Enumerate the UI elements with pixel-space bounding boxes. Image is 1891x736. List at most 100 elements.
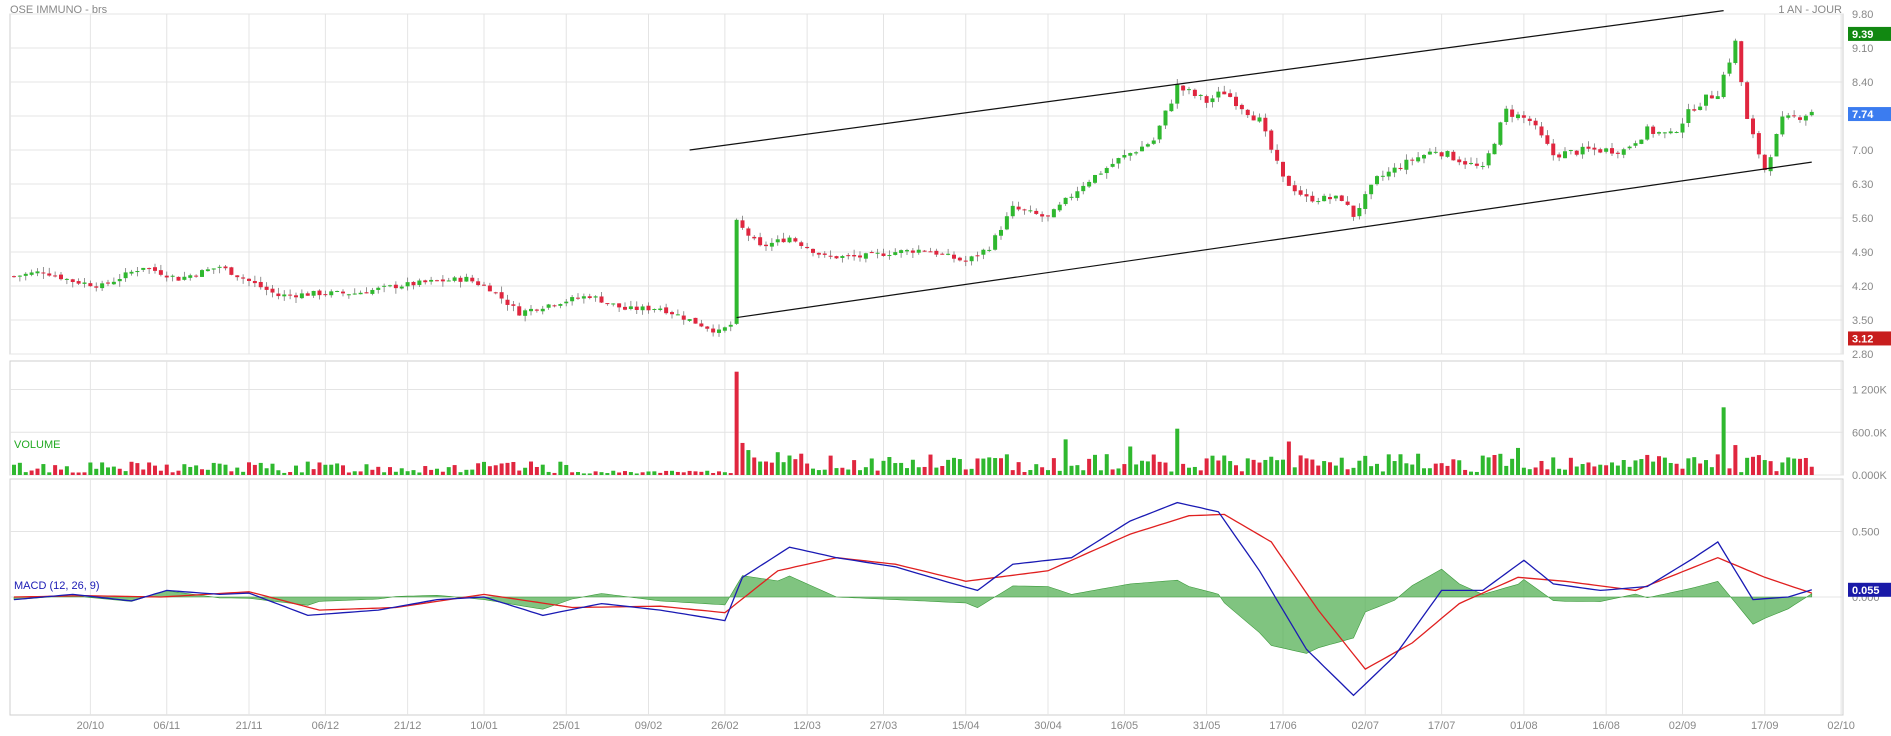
price-panel[interactable]: 9.809.108.407.707.006.305.604.904.203.50… — [9, 9, 1891, 361]
volume-axis: 1 200K 600.0K 0.000K — [1852, 385, 1888, 483]
candle-body — [1762, 154, 1767, 171]
volume-bar — [899, 462, 904, 475]
candle-body — [94, 286, 99, 288]
candle-body — [88, 283, 93, 287]
volume-bar — [1328, 462, 1332, 475]
candle-body — [364, 292, 369, 294]
candle-body — [1733, 40, 1738, 64]
volume-bar — [1151, 454, 1156, 475]
volume-bar — [799, 453, 804, 475]
candle-body — [487, 285, 492, 292]
candle-body — [1480, 165, 1485, 167]
candle-body — [417, 280, 422, 285]
candle-body — [822, 253, 827, 255]
volume-bar — [282, 472, 287, 475]
candle-body — [1557, 154, 1562, 158]
candle-body — [423, 280, 428, 283]
candle-body — [341, 291, 345, 294]
candle-body — [1745, 82, 1750, 119]
volume-bar — [223, 464, 228, 475]
candle-body — [1316, 201, 1321, 203]
volume-bar — [1557, 468, 1562, 475]
volume-bar — [1610, 462, 1614, 475]
date-tick-label: 02/09 — [1669, 720, 1697, 732]
volume-bar — [570, 472, 575, 475]
volume-bar — [1427, 468, 1432, 475]
volume-bar — [1586, 462, 1591, 475]
volume-bar — [241, 471, 246, 475]
candle-body — [1645, 126, 1650, 140]
macd-value-label: 0.055 — [1852, 585, 1880, 597]
candle-body — [852, 255, 857, 257]
candle-body — [1239, 104, 1244, 110]
volume-bar — [1510, 458, 1515, 475]
volume-bar — [658, 472, 663, 475]
candle-body — [1433, 151, 1438, 153]
candle-body — [429, 279, 434, 282]
volume-panel[interactable]: VOLUME 1 200K 600.0K 0.000K — [9, 360, 1888, 483]
date-tick-label: 02/07 — [1351, 720, 1379, 732]
candle-body — [1134, 152, 1139, 154]
candle-body — [358, 292, 363, 295]
volume-bar — [1210, 455, 1215, 475]
volume-bar — [1480, 455, 1485, 475]
candle-body — [1081, 185, 1086, 192]
volume-bar — [1034, 464, 1039, 475]
candle-body — [1574, 150, 1579, 155]
candle-body — [1721, 74, 1726, 98]
volume-bar — [1580, 464, 1585, 475]
candle-body — [1151, 140, 1156, 144]
volume-bar — [1598, 464, 1603, 475]
volume-bar — [1715, 454, 1720, 475]
candle-body — [975, 255, 980, 257]
volume-bar — [740, 442, 745, 475]
date-tick-label: 30/04 — [1034, 720, 1062, 732]
candle-body — [840, 256, 845, 258]
macd-panel[interactable]: MACD (12, 26, 9) 0.5000.0000.055 — [9, 478, 1891, 716]
candle-body — [153, 267, 157, 271]
volume-bar — [1792, 458, 1797, 475]
volume-bar — [552, 472, 557, 475]
candle-body — [235, 275, 240, 278]
volume-bar — [652, 471, 657, 475]
candle-body — [1075, 191, 1080, 198]
candle-body — [546, 304, 551, 308]
candle-body — [722, 327, 727, 331]
volume-bar — [1157, 461, 1162, 475]
volume-bar — [141, 469, 146, 475]
candle-body — [1257, 117, 1262, 122]
candle-body — [1322, 195, 1327, 202]
volume-bar — [417, 472, 422, 475]
candle-body — [1198, 94, 1203, 96]
candle-body — [529, 308, 533, 312]
price-tick-label: 8.40 — [1852, 77, 1873, 89]
volume-bar — [781, 462, 786, 475]
volume-bar — [358, 471, 363, 475]
volume-bar — [1304, 458, 1309, 475]
price-badge-label: 9.39 — [1852, 29, 1873, 41]
candle-body — [893, 252, 898, 255]
volume-bar — [599, 472, 604, 475]
volume-bar — [1604, 465, 1609, 475]
stock-chart[interactable]: OSE IMMUNO - brs 1 AN - JOUR 9.809.108.4… — [0, 0, 1891, 736]
candle-body — [405, 282, 410, 287]
volume-bar — [346, 472, 351, 475]
volume-bar — [981, 458, 986, 475]
candle-body — [858, 255, 862, 258]
volume-bar — [1516, 447, 1520, 475]
volume-bar — [188, 466, 193, 475]
date-tick-label: 06/12 — [312, 720, 340, 732]
candle-body — [147, 268, 152, 270]
volume-bar — [1692, 457, 1697, 475]
candle-body — [1404, 159, 1409, 170]
volume-bar — [153, 465, 157, 475]
volume-bar — [458, 472, 463, 475]
volume-bar — [1568, 457, 1573, 475]
candle-body — [470, 277, 475, 282]
volume-bar — [1521, 467, 1526, 475]
candle-body — [1363, 194, 1368, 209]
candle-body — [740, 220, 745, 228]
candle-body — [1680, 123, 1685, 133]
volume-bar — [1145, 461, 1150, 475]
candle-body — [499, 292, 504, 299]
